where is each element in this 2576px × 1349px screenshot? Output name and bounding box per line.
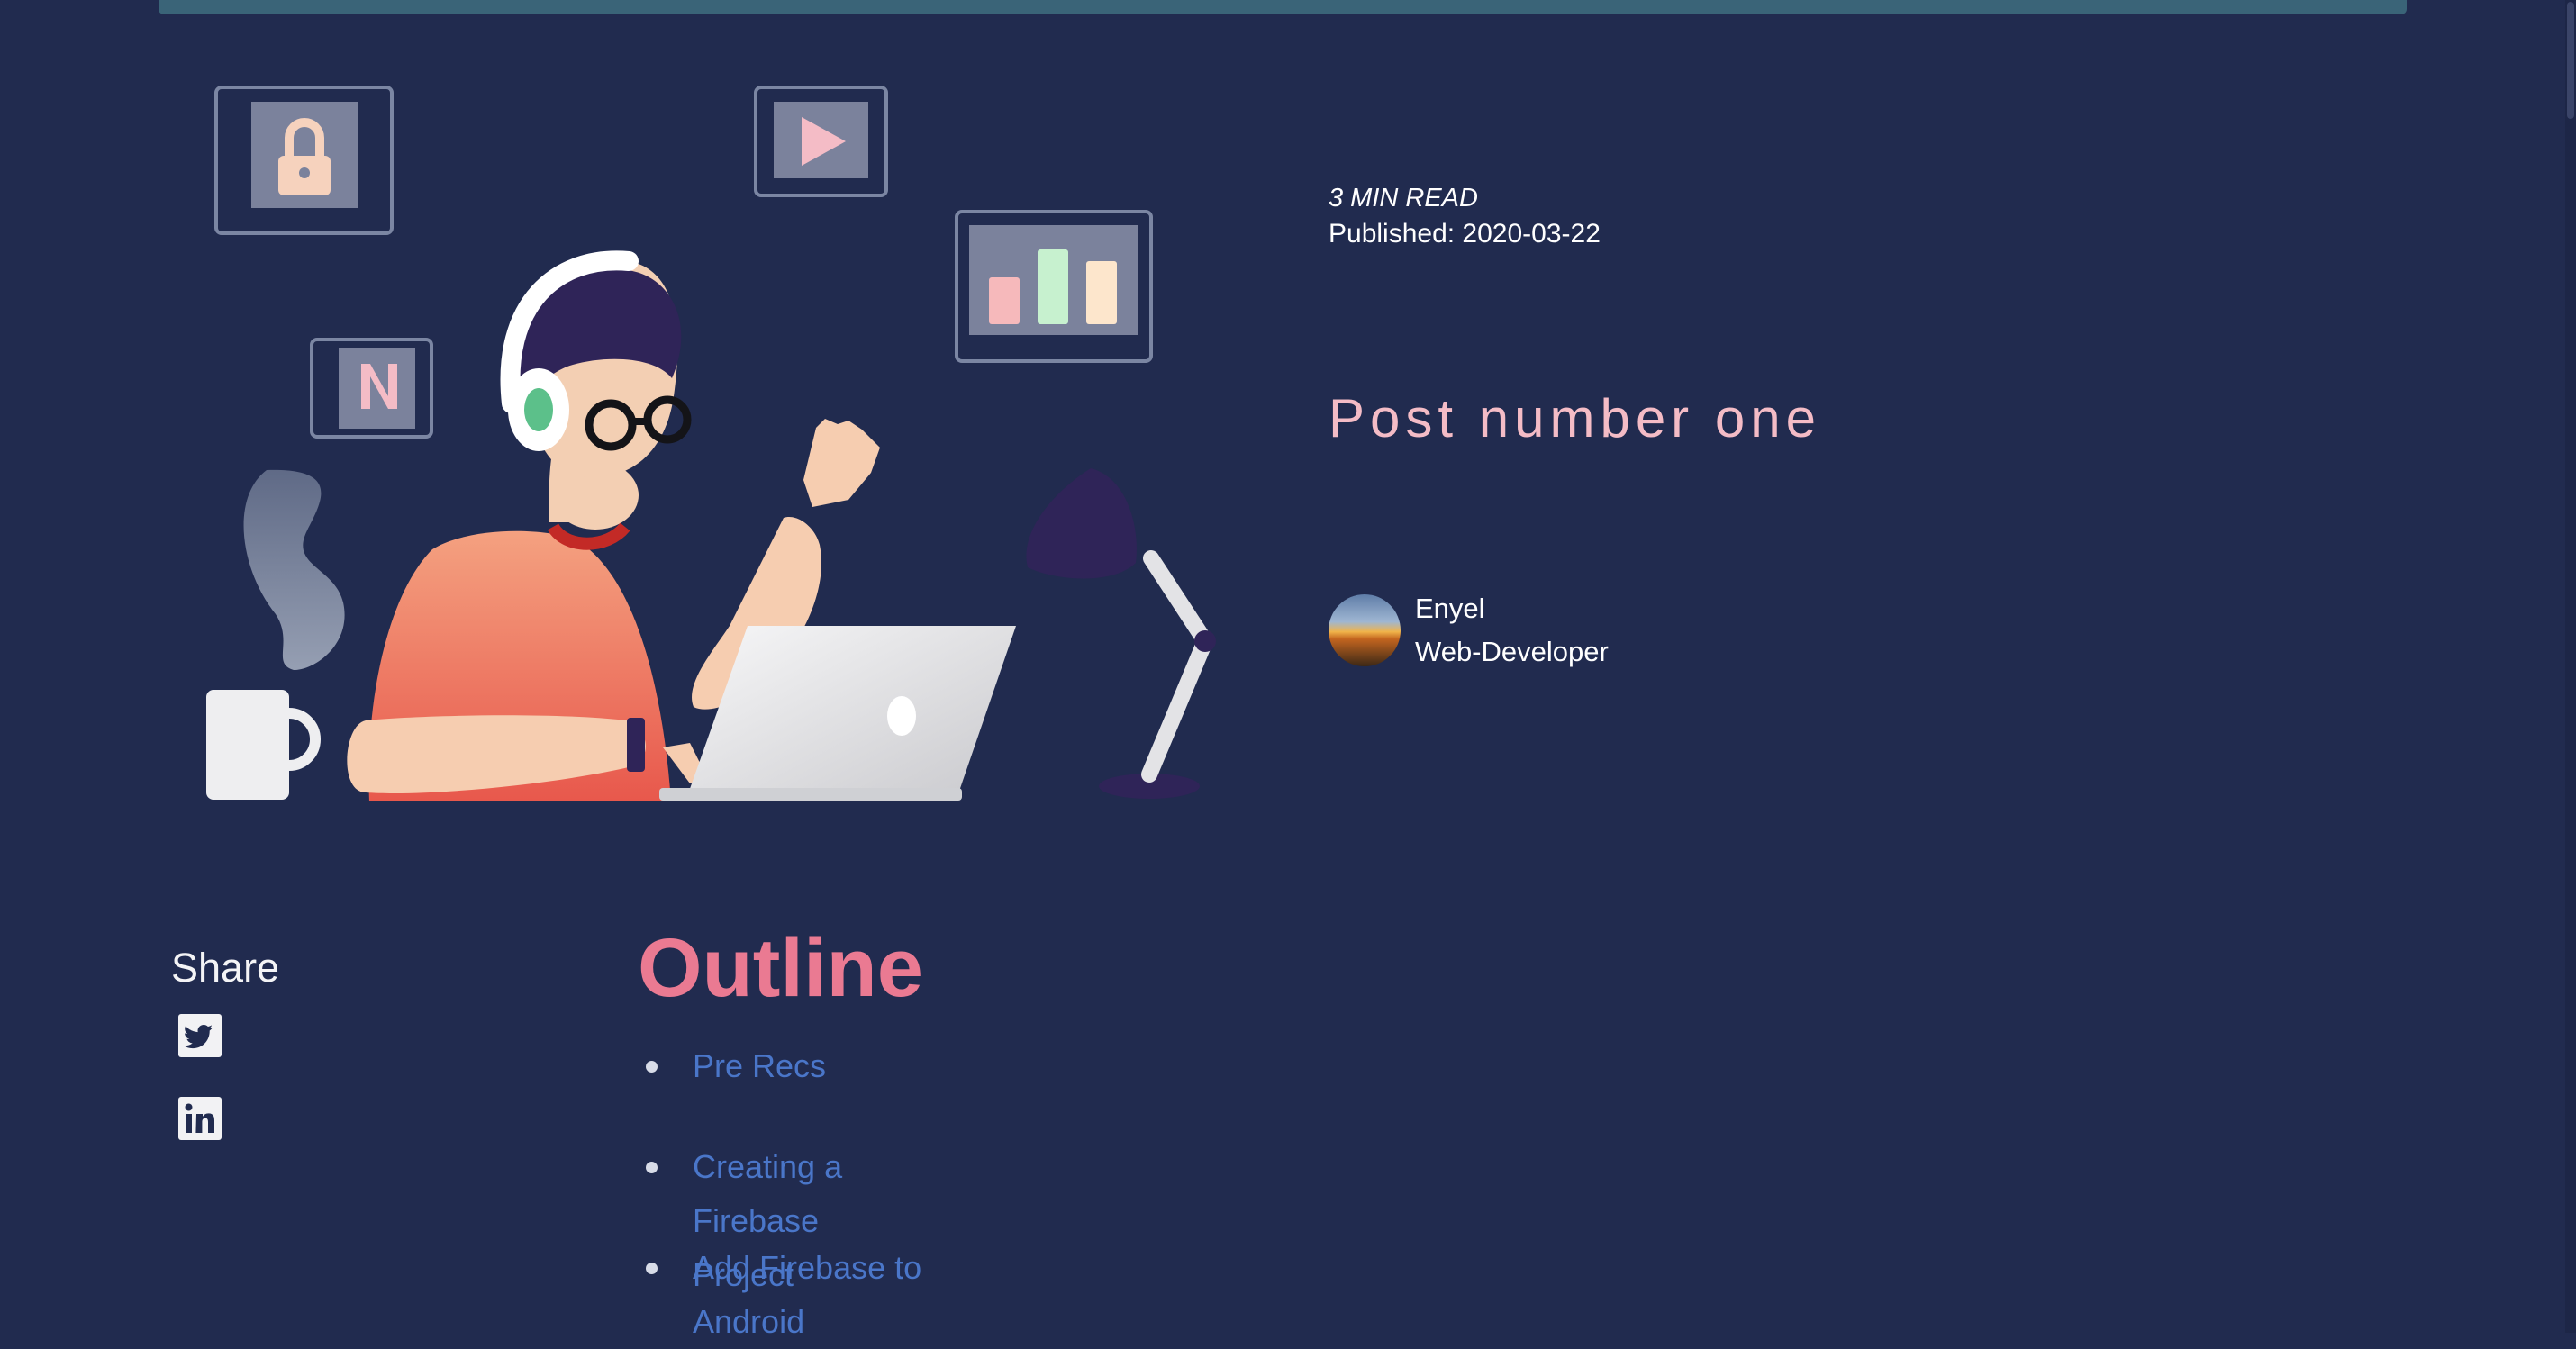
published-date: Published: 2020-03-22 [1329, 219, 1601, 249]
read-time-label: 3 MIN READ [1329, 184, 1478, 213]
hero-illustration [206, 86, 1216, 801]
author-card: Enyel Web-Developer [1329, 587, 1609, 674]
top-navigation-bar [159, 0, 2407, 14]
linkedin-icon [185, 1103, 214, 1133]
outline-link-pre-recs[interactable]: Pre Recs [693, 1039, 826, 1093]
post-title: Post number one [1329, 388, 1821, 448]
scrollbar-thumb[interactable] [2567, 2, 2574, 119]
outline-heading: Outline [638, 922, 923, 1014]
bullet-icon [646, 1263, 658, 1274]
share-panel: Share [171, 937, 279, 1180]
bullet-icon [646, 1162, 658, 1173]
netflix-n-icon [310, 338, 433, 439]
share-twitter-button[interactable] [178, 1014, 222, 1057]
twitter-icon [183, 1025, 213, 1049]
outline-section: Outline Pre Recs Creating a Firebase Pro… [638, 919, 923, 1342]
play-icon [754, 86, 888, 197]
page-scrollbar[interactable] [2565, 0, 2576, 1333]
bar-chart-icon [955, 210, 1153, 363]
share-linkedin-button[interactable] [178, 1097, 222, 1140]
author-role: Web-Developer [1415, 636, 1609, 667]
post-meta: 3 MIN READ Published: 2020-03-22 [1329, 180, 1601, 252]
list-item: Add Firebase to Android [638, 1241, 923, 1342]
desk-lamp-icon [1026, 468, 1216, 799]
outline-link-add-firebase-android[interactable]: Add Firebase to Android [693, 1241, 923, 1349]
outline-list: Pre Recs Creating a Firebase Project Add… [638, 1039, 923, 1342]
lock-icon [214, 86, 394, 235]
author-name: Enyel [1415, 593, 1485, 624]
list-item: Creating a Firebase Project [638, 1140, 923, 1293]
list-item: Pre Recs [638, 1039, 923, 1140]
avatar [1329, 594, 1401, 666]
bullet-icon [646, 1061, 658, 1073]
share-heading: Share [171, 945, 280, 991]
coffee-mug-icon [206, 690, 321, 800]
steam-decoration [243, 469, 345, 670]
